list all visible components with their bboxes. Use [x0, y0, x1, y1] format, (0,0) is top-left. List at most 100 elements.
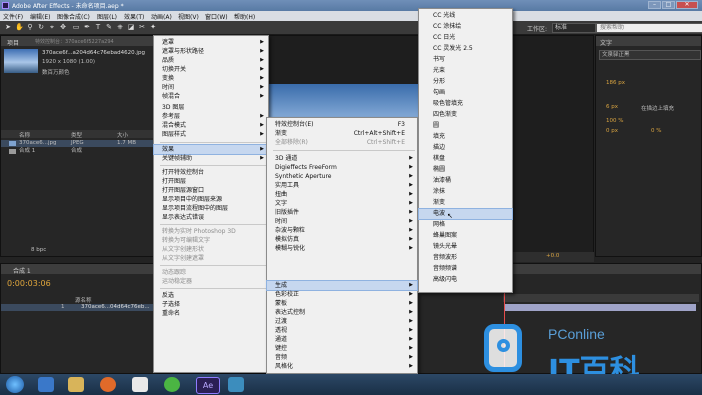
maximize-button[interactable]: □: [662, 1, 675, 9]
camera-tool-icon[interactable]: ⌖: [48, 23, 56, 31]
menu-item-layer-styles[interactable]: 图层样式 ▶: [154, 130, 268, 139]
menu-edit[interactable]: 编辑(E): [30, 12, 50, 21]
font-size-value[interactable]: 186 px: [606, 80, 625, 86]
column-name[interactable]: 名称: [19, 131, 30, 139]
menu-item-transition[interactable]: 过渡 ▶: [267, 317, 417, 326]
menu-item-eyedropper-fill[interactable]: 吸色管填充: [419, 99, 512, 108]
rectangle-tool-icon[interactable]: ▭: [72, 23, 80, 31]
menu-item-switches[interactable]: 切换开关 ▶: [154, 65, 268, 74]
firefox-icon[interactable]: [100, 377, 116, 392]
menu-item-expression-controls[interactable]: 表达式控制 ▶: [267, 308, 417, 317]
after-effects-taskbar-icon[interactable]: Ae: [196, 377, 220, 394]
pen-tool-icon[interactable]: ✒: [83, 23, 91, 31]
menu-item-invert-selection[interactable]: 反选: [154, 291, 268, 300]
menu-item-3d-layer[interactable]: 3D 图层: [154, 103, 268, 112]
hand-tool-icon[interactable]: ✋: [15, 23, 24, 31]
menu-window[interactable]: 窗口(W): [205, 12, 228, 21]
menu-file[interactable]: 文件(F): [3, 12, 23, 21]
vertical-scale-value[interactable]: 100 %: [606, 118, 623, 124]
menu-item-matte[interactable]: 蒙板 ▶: [267, 299, 417, 308]
rotate-tool-icon[interactable]: ↻: [37, 23, 45, 31]
menu-item-gradient-recent[interactable]: 渐变 Ctrl+Alt+Shift+E: [267, 129, 417, 138]
puppet-tool-icon[interactable]: ✦: [149, 23, 157, 31]
menu-item-checkerboard[interactable]: 棋盘: [419, 154, 512, 163]
start-button-icon[interactable]: [6, 376, 24, 393]
roto-tool-icon[interactable]: ✂: [138, 23, 146, 31]
menu-item-cell-pattern[interactable]: 蜂巢图案: [419, 231, 512, 240]
search-help-input[interactable]: 搜索帮助: [596, 23, 702, 33]
bpc-label[interactable]: 8 bpc: [31, 247, 46, 253]
menu-item-blur-sharpen[interactable]: 模糊与锐化 ▶: [267, 244, 417, 253]
menu-item-reveal-in-flowchart[interactable]: 显示项目流程图中的图层: [154, 204, 268, 213]
menu-item-simulation[interactable]: 模拟仿真 ▶: [267, 235, 417, 244]
menu-composition[interactable]: 图像合成(C): [57, 12, 90, 21]
menu-item-four-color-gradient[interactable]: 四色渐变: [419, 110, 512, 119]
menu-item-fill[interactable]: 填充: [419, 132, 512, 141]
menu-item-create-masks-from-text[interactable]: 从文字创建遮罩: [154, 254, 268, 263]
menu-item-reveal-in-project[interactable]: 显示项目中的图层来源: [154, 195, 268, 204]
menu-item-cc-light-sweep[interactable]: CC 灵发光 2.5: [419, 44, 512, 53]
type-tool-icon[interactable]: T: [94, 23, 102, 31]
menu-item-open-effect-controls[interactable]: 打开特效控制台: [154, 168, 268, 177]
app-blue-icon[interactable]: [228, 377, 244, 392]
menu-item-audio-spectrum[interactable]: 音频频谱: [419, 264, 512, 273]
menu-item-frame-blending[interactable]: 帧混合 ▶: [154, 92, 268, 101]
menu-item-scribble[interactable]: 涂抹: [419, 187, 512, 196]
menu-item-open-layer-source[interactable]: 打开图层源窗口: [154, 186, 268, 195]
menu-item-convert-editable-text[interactable]: 转换为可编辑文字: [154, 236, 268, 245]
menu-layer[interactable]: 图层(L): [97, 12, 117, 21]
selection-tool-icon[interactable]: ➤: [4, 23, 12, 31]
menu-item-audio-waveform[interactable]: 音频波形: [419, 253, 512, 262]
menu-animation[interactable]: 动画(A): [151, 12, 172, 21]
menu-item-obsolete[interactable]: 旧版插件 ▶: [267, 208, 417, 217]
menu-item-radio-waves[interactable]: 电波 ↖: [418, 208, 513, 220]
menu-item-keying[interactable]: 键控 ▶: [267, 344, 417, 353]
tab-effect-controls[interactable]: 特效控制台：370ace6f5227a294: [35, 38, 114, 45]
menu-item-paint-bucket[interactable]: 油漆桶: [419, 176, 512, 185]
menu-item-advanced-lightning[interactable]: 高级闪电: [419, 275, 512, 284]
menu-item-keyframe-assistant[interactable]: 关键帧辅助 ▶: [154, 154, 268, 163]
menu-item-ellipse[interactable]: 椭圆: [419, 165, 512, 174]
menu-item-ramp[interactable]: 渐变: [419, 198, 512, 207]
menu-item-time[interactable]: 时间 ▶: [154, 83, 268, 92]
menu-item-stroke[interactable]: 描边: [419, 143, 512, 152]
menu-item-convert-photoshop-3d[interactable]: 转换为实时 Photoshop 3D: [154, 227, 268, 236]
menu-item-effect-controls[interactable]: 特效控制台(E) F3: [267, 120, 417, 129]
menu-item-track-motion[interactable]: 动态跟踪: [154, 268, 268, 277]
menu-item-transform[interactable]: 变换 ▶: [154, 74, 268, 83]
menu-item-write-on[interactable]: 书写: [419, 55, 512, 64]
menu-item-mask-shape-path[interactable]: 遮罩与形状路径 ▶: [154, 47, 268, 56]
minimize-button[interactable]: –: [648, 1, 661, 9]
menu-item-lens-flare[interactable]: 镜头光晕: [419, 242, 512, 251]
menu-item-distort[interactable]: 扭曲 ▶: [267, 190, 417, 199]
stroke-width-value[interactable]: 6 px: [606, 104, 618, 110]
menu-effect[interactable]: 效果(T): [124, 12, 144, 21]
close-button[interactable]: ✕: [676, 1, 698, 9]
menu-item-utility[interactable]: 实用工具 ▶: [267, 181, 417, 190]
menu-item-scribble-outline[interactable]: 勾画: [419, 88, 512, 97]
menu-item-cc-light-rays[interactable]: CC 光线: [419, 11, 512, 20]
tsume-value[interactable]: 0 %: [651, 128, 661, 134]
tab-comp-1[interactable]: 合成 1: [13, 266, 31, 275]
menu-item-generate[interactable]: 生成 ▶: [266, 280, 418, 291]
time-ruler[interactable]: [503, 294, 699, 302]
stamp-tool-icon[interactable]: ⎈: [116, 23, 124, 31]
menu-item-fractal[interactable]: 分形: [419, 77, 512, 86]
menu-item-cc-light-burst[interactable]: CC 日光: [419, 33, 512, 42]
brush-tool-icon[interactable]: ✎: [105, 23, 113, 31]
menu-item-effect[interactable]: 效果 ▶: [153, 144, 269, 155]
menu-item-remove-all[interactable]: 全部移除(R) Ctrl+Shift+E: [267, 138, 417, 147]
menu-item-warp-stabilizer[interactable]: 运动稳定器: [154, 277, 268, 286]
column-type[interactable]: 类型: [71, 131, 82, 139]
app-green-icon[interactable]: [164, 377, 180, 392]
menu-item-text[interactable]: 文字 ▶: [267, 199, 417, 208]
menu-item-guide-layer[interactable]: 参考层 ▶: [154, 112, 268, 121]
menu-item-color-correction[interactable]: 色彩校正 ▶: [267, 290, 417, 299]
zoom-tool-icon[interactable]: ⚲: [26, 23, 34, 31]
baseline-value[interactable]: 0 px: [606, 128, 618, 134]
pan-behind-tool-icon[interactable]: ✥: [59, 23, 67, 31]
layer-bar[interactable]: [504, 304, 696, 311]
stroke-mode-select[interactable]: 在描边上填充: [641, 104, 674, 112]
menu-item-mask[interactable]: 遮罩 ▶: [154, 38, 268, 47]
menu-item-show-expression-errors[interactable]: 显示表达式错误: [154, 213, 268, 222]
